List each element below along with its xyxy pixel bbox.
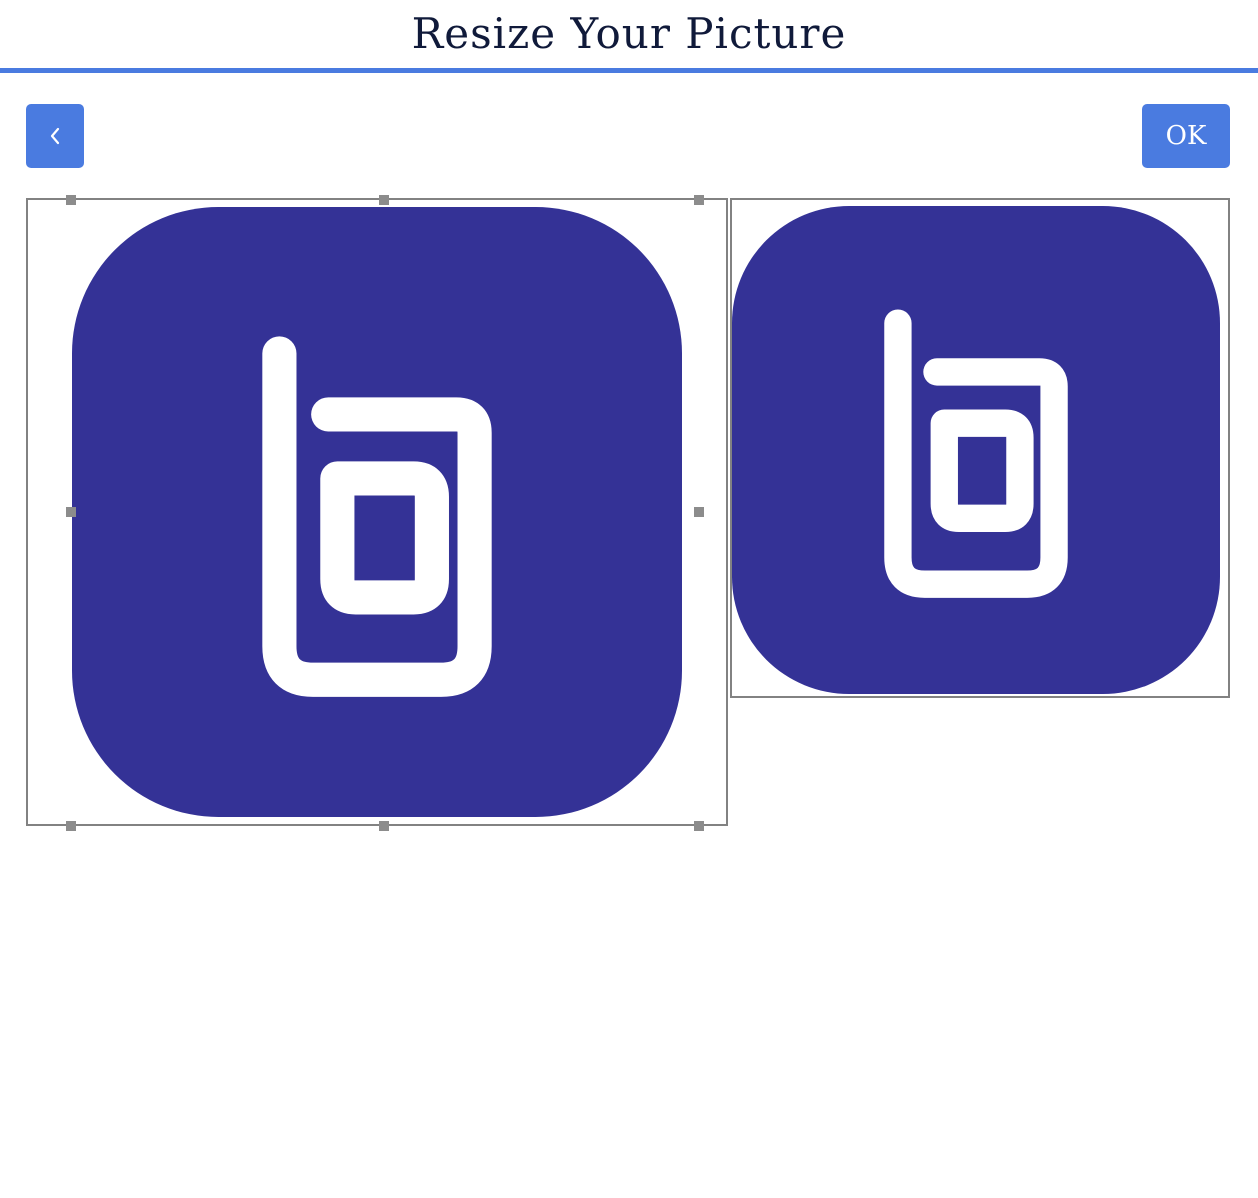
app-logo-icon [72,207,682,817]
resize-handle-bottom[interactable] [379,821,389,831]
chevron-left-icon [50,127,60,145]
page-header: Resize Your Picture [0,0,1258,68]
crop-editor[interactable] [26,195,728,831]
resize-handle-top-right[interactable] [694,195,704,205]
app-logo-icon [732,206,1220,694]
resize-handle-top-left[interactable] [66,195,76,205]
page-title: Resize Your Picture [411,9,847,58]
resize-handle-top[interactable] [379,195,389,205]
back-button[interactable] [26,104,84,168]
header-divider [0,68,1258,73]
resize-handle-bottom-left[interactable] [66,821,76,831]
resize-handle-right[interactable] [694,507,704,517]
resize-handle-left[interactable] [66,507,76,517]
ok-button[interactable]: OK [1142,104,1230,168]
resize-handle-bottom-right[interactable] [694,821,704,831]
preview-frame [730,198,1230,698]
